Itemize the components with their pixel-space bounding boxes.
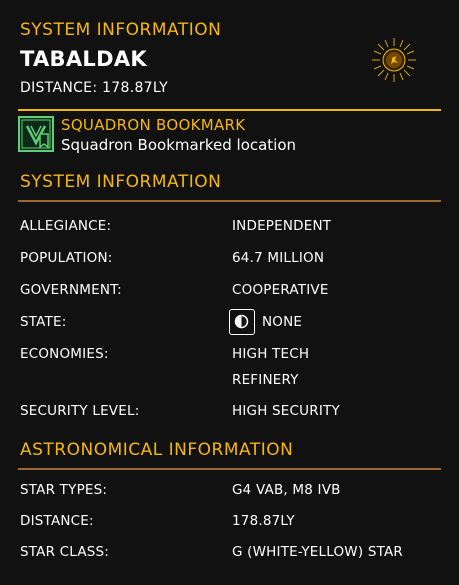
bookmark-title: SQUADRON BOOKMARK	[61, 116, 246, 134]
header-divider	[18, 109, 441, 111]
astro-distance-label: DISTANCE:	[20, 513, 94, 529]
astronomical-info-section-title: ASTRONOMICAL INFORMATION	[20, 440, 294, 460]
security-level-label: SECURITY LEVEL:	[20, 403, 140, 419]
government-value: COOPERATIVE	[232, 282, 329, 298]
economy-value-1: HIGH TECH	[232, 346, 310, 362]
population-label: POPULATION:	[20, 250, 113, 266]
state-half-circle-icon	[229, 309, 255, 335]
squadron-bookmark-icon[interactable]	[18, 116, 54, 152]
allegiance-label: ALLEGIANCE:	[20, 218, 112, 234]
system-info-section-title: SYSTEM INFORMATION	[20, 172, 222, 192]
government-label: GOVERNMENT:	[20, 282, 122, 298]
state-value: NONE	[262, 314, 303, 330]
star-types-value: G4 VAB, M8 IVB	[232, 482, 341, 498]
star-class-value: G (WHITE-YELLOW) STAR	[232, 544, 403, 560]
economy-value-2: REFINERY	[232, 372, 299, 388]
system-info-panel: SYSTEM INFORMATION TABALDAK DISTANCE: 17…	[0, 0, 459, 585]
state-label: STATE:	[20, 314, 67, 330]
header-section-title: SYSTEM INFORMATION	[20, 20, 222, 40]
security-level-value: HIGH SECURITY	[232, 403, 340, 419]
bookmark-description: Squadron Bookmarked location	[61, 136, 297, 154]
astronomical-info-divider	[18, 468, 441, 470]
astro-distance-value: 178.87LY	[232, 513, 295, 529]
star-types-label: STAR TYPES:	[20, 482, 108, 498]
population-value: 64.7 MILLION	[232, 250, 325, 266]
system-distance: DISTANCE: 178.87LY	[20, 80, 168, 96]
economies-label: ECONOMIES:	[20, 346, 109, 362]
allegiance-value: INDEPENDENT	[232, 218, 332, 234]
star-sun-icon	[372, 38, 416, 82]
system-name: TABALDAK	[20, 47, 147, 71]
system-info-divider	[18, 200, 441, 202]
star-class-label: STAR CLASS:	[20, 544, 110, 560]
